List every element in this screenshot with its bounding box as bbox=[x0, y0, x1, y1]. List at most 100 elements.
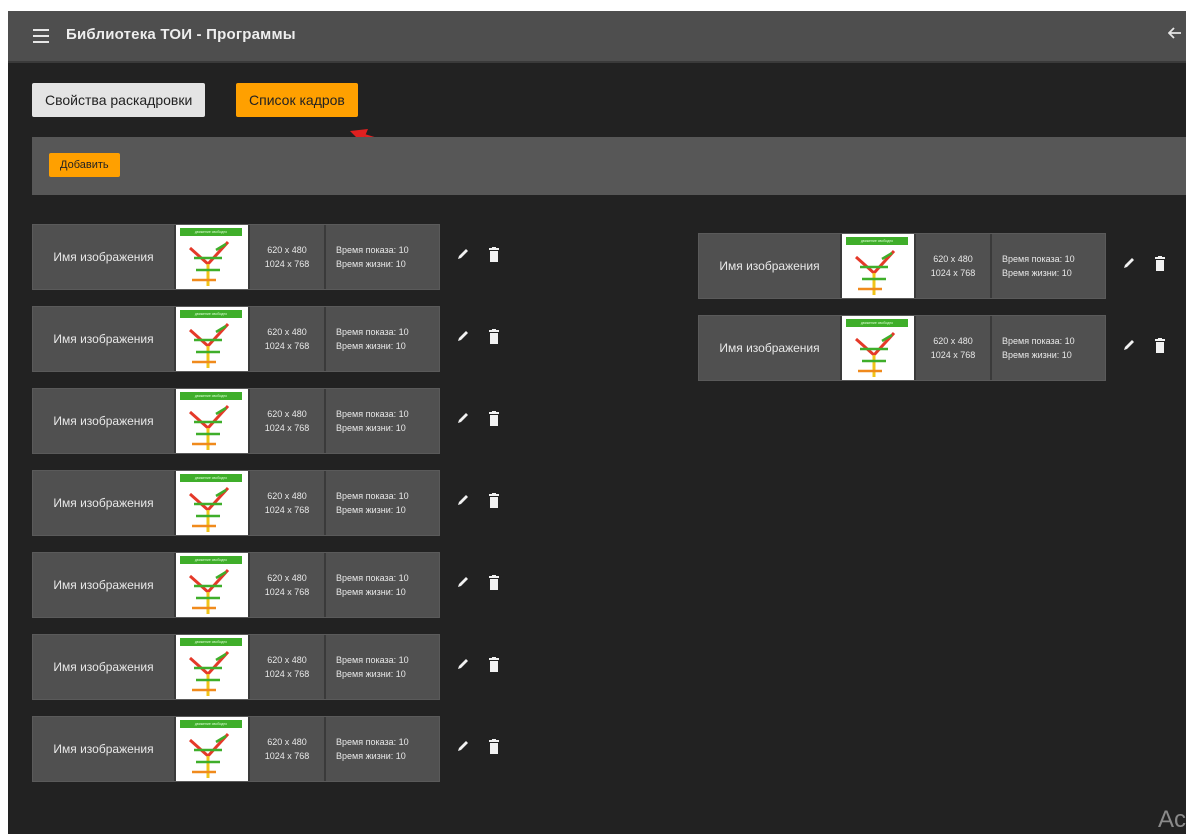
frame-row: Имя изображения движение свободно 620 x … bbox=[32, 634, 512, 700]
trash-icon[interactable] bbox=[488, 329, 500, 349]
trash-icon[interactable] bbox=[488, 575, 500, 595]
frame-timing: Время показа: 10 Время жизни: 10 bbox=[326, 471, 439, 535]
pencil-icon[interactable] bbox=[456, 329, 470, 349]
trash-icon[interactable] bbox=[488, 411, 500, 431]
frame-actions bbox=[456, 329, 500, 349]
frame-resolution: 620 x 480 1024 x 768 bbox=[916, 316, 990, 380]
resolution-secondary: 1024 x 768 bbox=[930, 350, 976, 360]
resolution-secondary: 1024 x 768 bbox=[264, 669, 310, 679]
frame-list-left: Имя изображения движение свободно 620 x … bbox=[32, 224, 512, 798]
frame-card[interactable]: Имя изображения движение свободно 620 x … bbox=[698, 315, 1106, 381]
frame-image-name: Имя изображения bbox=[699, 234, 840, 298]
resolution-primary: 620 x 480 bbox=[933, 254, 973, 264]
show-time: Время показа: 10 bbox=[336, 655, 409, 665]
resolution-primary: 620 x 480 bbox=[267, 491, 307, 501]
resolution-primary: 620 x 480 bbox=[267, 409, 307, 419]
pencil-icon[interactable] bbox=[456, 657, 470, 677]
life-time: Время жизни: 10 bbox=[336, 505, 406, 515]
app-window: Библиотека ТОИ - Программы Свойства раск… bbox=[8, 11, 1186, 834]
pencil-icon[interactable] bbox=[456, 739, 470, 759]
frame-row: Имя изображения движение свободно 620 x … bbox=[698, 315, 1178, 381]
frame-resolution: 620 x 480 1024 x 768 bbox=[250, 471, 324, 535]
add-frame-button[interactable]: Добавить bbox=[49, 153, 120, 177]
trash-icon[interactable] bbox=[488, 739, 500, 759]
trash-icon[interactable] bbox=[488, 657, 500, 677]
frame-card[interactable]: Имя изображения движение свободно 620 x … bbox=[32, 306, 440, 372]
life-time: Время жизни: 10 bbox=[336, 423, 406, 433]
life-time: Время жизни: 10 bbox=[336, 751, 406, 761]
resolution-secondary: 1024 x 768 bbox=[264, 587, 310, 597]
frame-card[interactable]: Имя изображения движение свободно 620 x … bbox=[32, 224, 440, 290]
frame-card[interactable]: Имя изображения движение свободно 620 x … bbox=[32, 634, 440, 700]
resolution-secondary: 1024 x 768 bbox=[264, 751, 310, 761]
pencil-icon[interactable] bbox=[1122, 256, 1136, 276]
frame-actions bbox=[456, 575, 500, 595]
trash-icon[interactable] bbox=[488, 493, 500, 513]
frame-card[interactable]: Имя изображения движение свободно 620 x … bbox=[32, 716, 440, 782]
frame-actions bbox=[456, 411, 500, 431]
frame-toolbar: Добавить bbox=[32, 137, 1186, 195]
frame-timing: Время показа: 10 Время жизни: 10 bbox=[326, 553, 439, 617]
life-time: Время жизни: 10 bbox=[336, 259, 406, 269]
thumbnail-caption: движение свободно bbox=[180, 392, 242, 400]
life-time: Время жизни: 10 bbox=[1002, 268, 1072, 278]
life-time: Время жизни: 10 bbox=[336, 587, 406, 597]
frame-image-name: Имя изображения bbox=[699, 316, 840, 380]
resolution-primary: 620 x 480 bbox=[933, 336, 973, 346]
frame-row: Имя изображения движение свободно 620 x … bbox=[32, 552, 512, 618]
frame-image-name: Имя изображения bbox=[33, 553, 174, 617]
thumbnail-caption: движение свободно bbox=[180, 474, 242, 482]
frame-card[interactable]: Имя изображения движение свободно 620 x … bbox=[698, 233, 1106, 299]
resolution-primary: 620 x 480 bbox=[267, 655, 307, 665]
life-time: Время жизни: 10 bbox=[1002, 350, 1072, 360]
show-time: Время показа: 10 bbox=[336, 737, 409, 747]
frame-image-name: Имя изображения bbox=[33, 635, 174, 699]
thumbnail-caption: движение свободно bbox=[180, 228, 242, 236]
pencil-icon[interactable] bbox=[456, 493, 470, 513]
traffic-map-icon bbox=[855, 331, 896, 377]
frame-thumbnail: движение свободно bbox=[176, 717, 248, 781]
frame-actions bbox=[456, 493, 500, 513]
frame-timing: Время показа: 10 Время жизни: 10 bbox=[326, 225, 439, 289]
traffic-map-icon bbox=[189, 322, 230, 368]
pencil-icon[interactable] bbox=[456, 575, 470, 595]
tab-frame-list[interactable]: Список кадров bbox=[236, 83, 358, 117]
frame-row: Имя изображения движение свободно 620 x … bbox=[698, 233, 1178, 299]
trash-icon[interactable] bbox=[1154, 338, 1166, 358]
frame-resolution: 620 x 480 1024 x 768 bbox=[250, 717, 324, 781]
frame-actions bbox=[1122, 256, 1166, 276]
trash-icon[interactable] bbox=[488, 247, 500, 267]
frame-card[interactable]: Имя изображения движение свободно 620 x … bbox=[32, 552, 440, 618]
traffic-map-icon bbox=[189, 650, 230, 696]
corner-watermark-text: Ac bbox=[1157, 806, 1186, 833]
arrow-left-icon[interactable] bbox=[1167, 26, 1182, 45]
frame-image-name: Имя изображения bbox=[33, 471, 174, 535]
frame-card[interactable]: Имя изображения движение свободно 620 x … bbox=[32, 470, 440, 536]
frame-thumbnail: движение свободно bbox=[176, 635, 248, 699]
show-time: Время показа: 10 bbox=[336, 573, 409, 583]
frame-timing: Время показа: 10 Время жизни: 10 bbox=[992, 316, 1105, 380]
traffic-map-icon bbox=[189, 404, 230, 450]
frame-row: Имя изображения движение свободно 620 x … bbox=[32, 388, 512, 454]
show-time: Время показа: 10 bbox=[336, 491, 409, 501]
traffic-map-icon bbox=[189, 568, 230, 614]
frame-image-name: Имя изображения bbox=[33, 717, 174, 781]
frame-timing: Время показа: 10 Время жизни: 10 bbox=[326, 635, 439, 699]
top-app-bar: Библиотека ТОИ - Программы bbox=[8, 11, 1186, 63]
traffic-map-icon bbox=[189, 732, 230, 778]
frame-timing: Время показа: 10 Время жизни: 10 bbox=[326, 389, 439, 453]
show-time: Время показа: 10 bbox=[1002, 254, 1075, 264]
trash-icon[interactable] bbox=[1154, 256, 1166, 276]
pencil-icon[interactable] bbox=[456, 247, 470, 267]
frame-resolution: 620 x 480 1024 x 768 bbox=[250, 389, 324, 453]
pencil-icon[interactable] bbox=[1122, 338, 1136, 358]
resolution-secondary: 1024 x 768 bbox=[930, 268, 976, 278]
frame-card[interactable]: Имя изображения движение свободно 620 x … bbox=[32, 388, 440, 454]
page-title: Библиотека ТОИ - Программы bbox=[66, 26, 296, 43]
frame-image-name: Имя изображения bbox=[33, 307, 174, 371]
menu-icon[interactable] bbox=[33, 29, 49, 43]
frame-thumbnail: движение свободно bbox=[176, 225, 248, 289]
tab-storyboard-properties[interactable]: Свойства раскадровки bbox=[32, 83, 206, 117]
pencil-icon[interactable] bbox=[456, 411, 470, 431]
thumbnail-caption: движение свободно bbox=[846, 319, 908, 327]
